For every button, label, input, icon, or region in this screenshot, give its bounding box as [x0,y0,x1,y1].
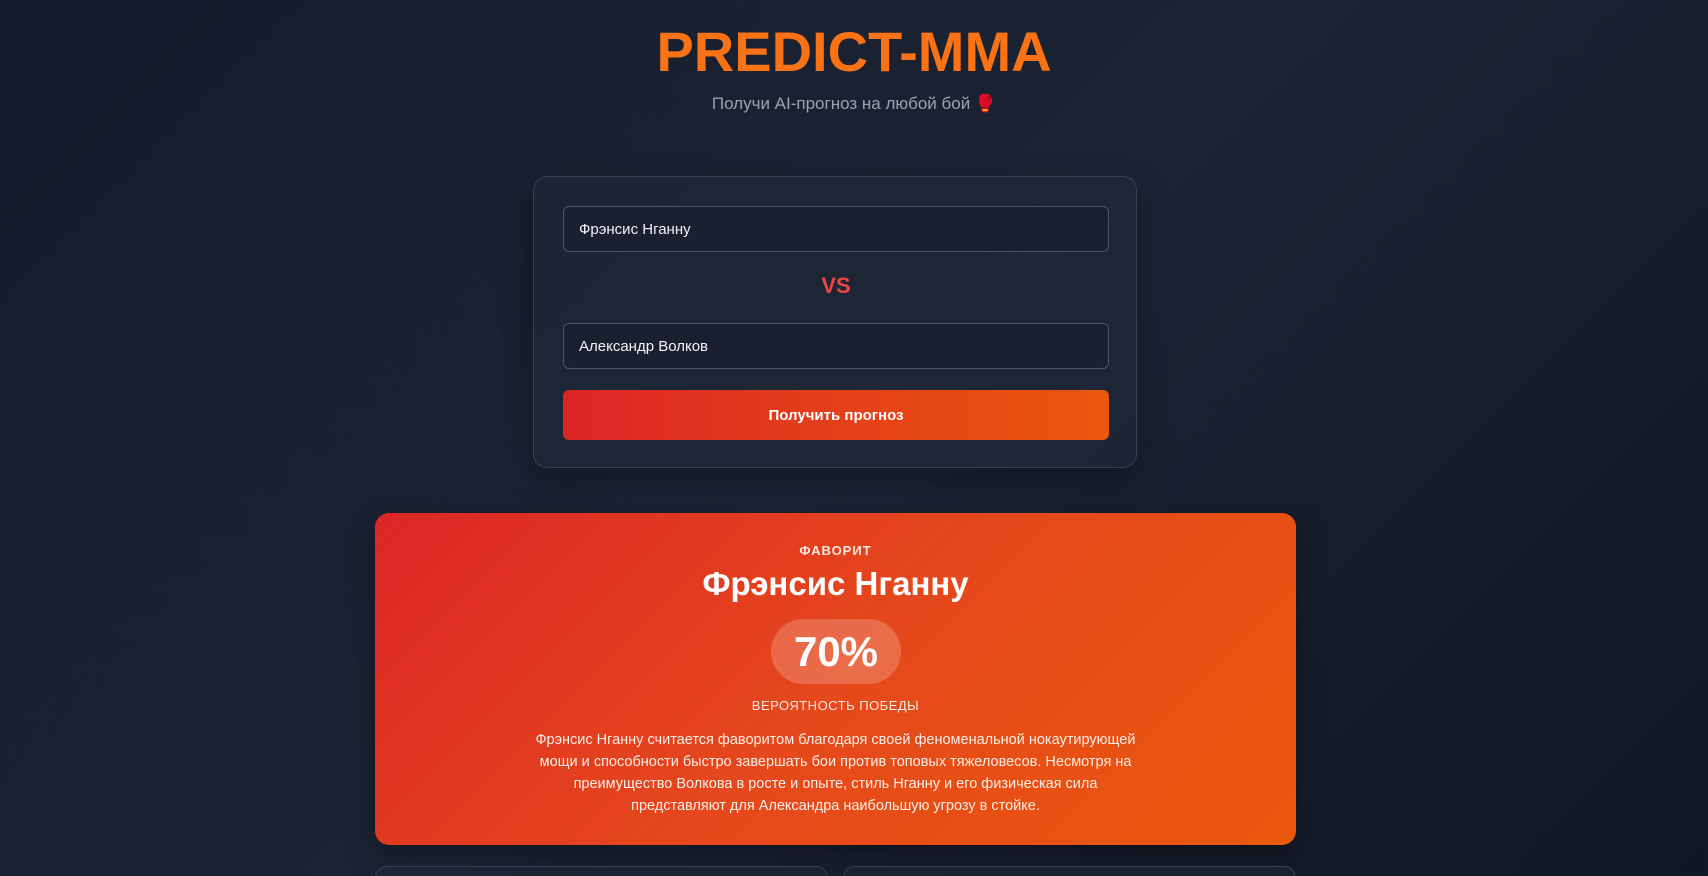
winner-name: Фрэнсис Нганну [702,565,969,602]
prediction-result-card: ФАВОРИТ Фрэнсис Нганну 70% ВЕРОЯТНОСТЬ П… [375,513,1296,845]
fighter-1-input[interactable] [563,206,1109,252]
stats-card-left [375,866,828,876]
fighter-2-input[interactable] [563,323,1109,369]
get-prediction-button[interactable]: Получить прогноз [563,390,1109,440]
app-logo-title: PREDICT-MMA [656,20,1052,83]
win-probability-label: ВЕРОЯТНОСТЬ ПОБЕДЫ [751,698,920,713]
page-subtitle: Получи AI-прогноз на любой бой 🥊 [711,94,997,113]
win-probability-badge: 70% [771,619,901,684]
prediction-form-card: VS Получить прогноз [533,176,1137,468]
vs-label: VS [821,273,851,298]
favorite-label: ФАВОРИТ [799,543,872,558]
page-header: PREDICT-MMA Получи AI-прогноз на любой б… [0,0,1708,114]
stats-card-right [843,866,1296,876]
prediction-explanation: Фрэнсис Нганну считается фаворитом благо… [535,732,1136,814]
